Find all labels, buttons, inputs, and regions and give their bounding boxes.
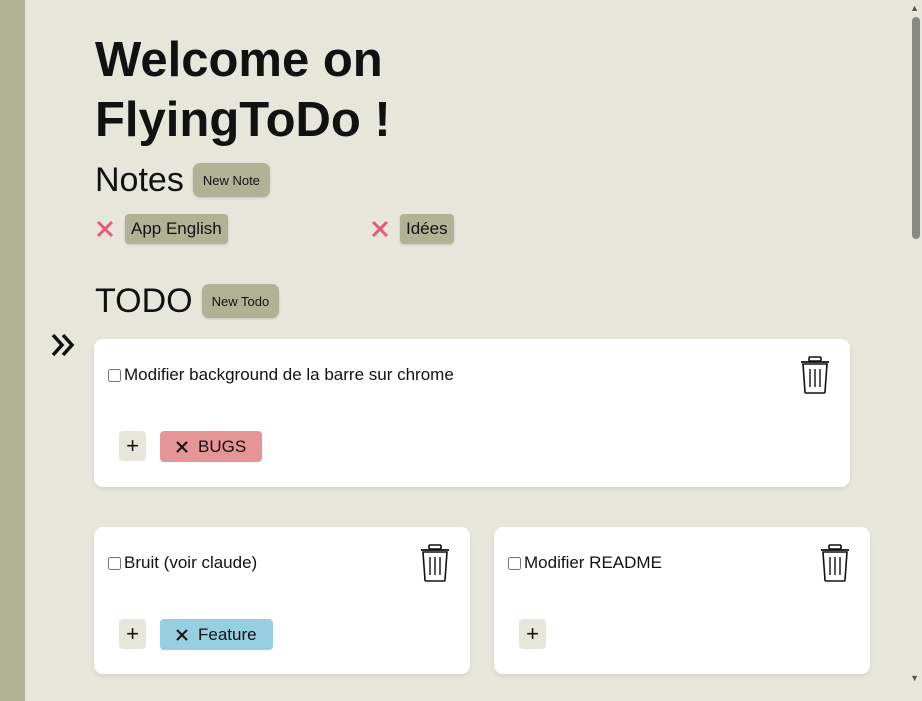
new-todo-button[interactable]: New Todo [201, 284, 280, 318]
todo-checkbox[interactable] [108, 368, 121, 382]
todo-row: Modifier README [508, 553, 662, 573]
todo-card: Modifier background de la barre sur chro… [94, 339, 850, 487]
scroll-down-arrow-icon[interactable]: ▼ [910, 674, 919, 683]
todo-text: Bruit (voir claude) [124, 553, 258, 572]
todo-checkbox[interactable] [108, 556, 121, 570]
add-tag-button[interactable]: + [119, 619, 146, 649]
remove-tag-icon[interactable] [176, 628, 188, 641]
tag-label: Feature [198, 624, 257, 644]
note-link[interactable]: App English [125, 214, 228, 244]
todo-card: Bruit (voir claude) + Feature [94, 527, 470, 674]
tag-feature[interactable]: Feature [160, 619, 273, 650]
tag-label: BUGS [198, 436, 247, 456]
scroll-up-arrow-icon[interactable]: ▲ [910, 4, 919, 13]
scrollbar-thumb[interactable] [912, 17, 920, 239]
new-note-button[interactable]: New Note [192, 163, 270, 197]
note-item: App English [94, 214, 228, 244]
todo-card: Modifier README + [494, 527, 870, 674]
todo-text: Modifier README [524, 553, 662, 572]
note-item: Idées [369, 214, 454, 244]
trash-icon[interactable] [799, 355, 831, 395]
trash-icon[interactable] [419, 543, 451, 583]
todo-text: Modifier background de la barre sur chro… [124, 365, 454, 384]
page-title: Welcome on FlyingToDo ! [95, 33, 391, 147]
delete-note-icon[interactable] [369, 218, 391, 240]
todo-row: Modifier background de la barre sur chro… [108, 365, 454, 385]
add-tag-button[interactable]: + [119, 431, 146, 461]
trash-icon[interactable] [819, 543, 851, 583]
todo-heading: TODO [95, 282, 193, 320]
todo-row: Bruit (voir claude) [108, 553, 257, 573]
notes-header: Notes New Note [95, 160, 270, 200]
tag-bugs[interactable]: BUGS [160, 431, 263, 462]
scrollbar[interactable]: ▲ ▼ [907, 0, 922, 701]
todo-header: TODO New Todo [95, 281, 280, 321]
remove-tag-icon[interactable] [176, 440, 188, 453]
notes-heading: Notes [95, 161, 184, 199]
add-tag-button[interactable]: + [519, 619, 546, 649]
left-sidebar-strip [0, 0, 25, 701]
delete-note-icon[interactable] [94, 218, 116, 240]
note-link[interactable]: Idées [400, 214, 454, 244]
todo-checkbox[interactable] [508, 556, 521, 570]
double-chevron-right-icon[interactable] [48, 330, 78, 360]
